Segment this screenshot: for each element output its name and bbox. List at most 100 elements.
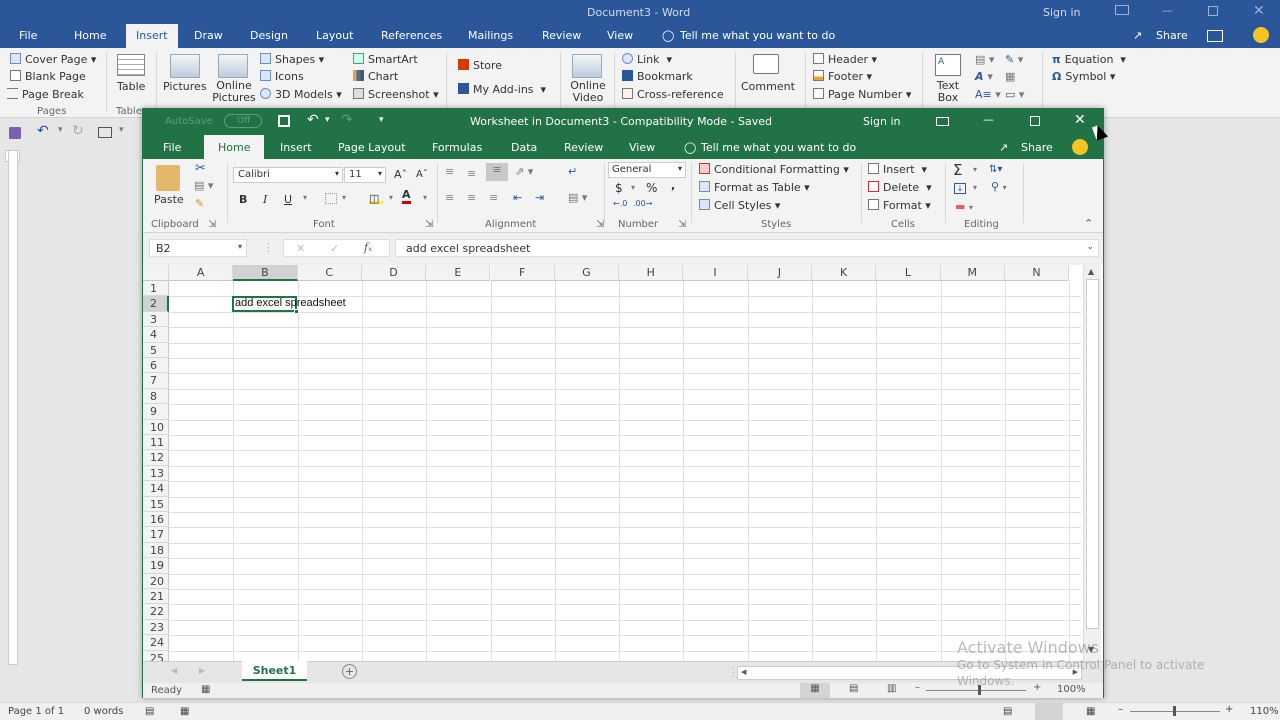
decrease-indent-icon[interactable]: ⇤ [513, 191, 522, 204]
orientation-icon[interactable]: ⇗ ▾ [515, 165, 533, 178]
feedback-smiley-icon[interactable] [1072, 139, 1088, 155]
row-header-24[interactable]: 24 [143, 635, 169, 651]
autosum-icon[interactable]: Σ [953, 161, 962, 179]
underline-button[interactable]: U [284, 193, 292, 206]
cancel-icon[interactable]: ✕ [296, 242, 305, 255]
word-tab-mailings[interactable]: Mailings [468, 29, 513, 42]
customize-qat-icon[interactable]: ▾ [379, 115, 384, 125]
proofing-icon[interactable]: ▤ [145, 706, 154, 717]
insert-cells-button[interactable]: Insert ▾ [868, 163, 927, 176]
qat-dropdown-icon[interactable]: ▾ [119, 125, 124, 135]
font-color-icon[interactable]: A [402, 189, 411, 204]
ribbon-display-icon[interactable] [936, 117, 949, 126]
equation-button[interactable]: π Equation ▾ [1052, 53, 1126, 66]
excel-tab-view[interactable]: View [629, 141, 655, 154]
column-header-f[interactable]: F [490, 265, 555, 281]
decrease-decimal-icon[interactable]: .00→ [633, 199, 652, 208]
word-count[interactable]: 0 words [84, 706, 123, 717]
copy-icon[interactable]: ▤ ▾ [194, 179, 213, 192]
word-tab-design[interactable]: Design [250, 29, 288, 42]
word-sign-in[interactable]: Sign in [1043, 6, 1081, 19]
word-tab-layout[interactable]: Layout [316, 29, 353, 42]
cell-styles-button[interactable]: Cell Styles ▾ [699, 199, 780, 212]
font-size-select[interactable]: 11 ▾ [344, 167, 386, 183]
date-time-button[interactable]: ▦ [1005, 70, 1015, 83]
link-button[interactable]: Link ▾ [622, 53, 672, 66]
row-header-3[interactable]: 3 [143, 311, 169, 328]
row-header-5[interactable]: 5 [143, 342, 169, 358]
icons-button[interactable]: Icons [260, 70, 304, 83]
maximize-icon[interactable] [1030, 116, 1040, 126]
scroll-up-icon[interactable]: ▲ [1088, 267, 1094, 276]
comma-button[interactable]: , [671, 179, 675, 192]
fill-dropdown-icon[interactable]: ▾ [389, 193, 393, 202]
column-header-k[interactable]: K [812, 265, 877, 281]
footer-button[interactable]: Footer ▾ [813, 70, 872, 83]
my-addins-button[interactable]: My Add-ins ▾ [458, 83, 546, 96]
delete-cells-button[interactable]: Delete ▾ [868, 181, 932, 194]
comment-button[interactable]: Comment [741, 80, 795, 93]
decrease-font-icon[interactable]: Aˇ [416, 169, 428, 180]
borders-icon[interactable] [325, 193, 337, 204]
excel-tab-review[interactable]: Review [564, 141, 603, 154]
3d-models-button[interactable]: 3D Models ▾ [260, 88, 342, 101]
row-header-4[interactable]: 4 [143, 327, 169, 343]
formula-input[interactable]: add excel spreadsheet ⌄ [395, 239, 1099, 257]
vertical-scrollbar[interactable]: ▲ ▼ [1083, 265, 1101, 661]
row-header-11[interactable]: 11 [143, 435, 169, 451]
vertical-scroll-thumb[interactable] [1086, 279, 1099, 629]
worksheet-grid[interactable]: ABCDEFGHIJKLMN 1 2 3 4 5 6 7 8 9 10 11 12 13 14 15 16 17… [143, 265, 1103, 661]
undo-icon[interactable]: ↶ [307, 112, 319, 128]
excel-zoom-out-button[interactable]: – [915, 682, 920, 693]
page-layout-view-icon[interactable]: ▤ [849, 683, 858, 694]
column-header-d[interactable]: D [361, 265, 427, 281]
row-header-18[interactable]: 18 [143, 542, 169, 559]
print-layout-icon[interactable] [1035, 703, 1063, 720]
column-header-m[interactable]: M [940, 265, 1005, 281]
row-header-21[interactable]: 21 [143, 589, 169, 605]
underline-dropdown-icon[interactable]: ▾ [303, 193, 307, 202]
row-header-20[interactable]: 20 [143, 573, 169, 589]
expand-formula-icon[interactable]: ⌄ [1086, 242, 1094, 252]
row-header-17[interactable]: 17 [143, 527, 169, 543]
minimize-icon[interactable]: — [1162, 4, 1173, 17]
page-break-button[interactable]: Page Break [7, 88, 84, 101]
fill-handle[interactable] [294, 309, 299, 314]
close-icon[interactable]: ✕ [1253, 3, 1265, 19]
clear-icon[interactable]: ▬ ▾ [955, 200, 973, 213]
redo-icon[interactable]: ↷ [341, 112, 353, 128]
restore-icon[interactable] [1208, 6, 1218, 16]
screenshot-button[interactable]: Screenshot ▾ [353, 88, 439, 101]
wrap-text-icon[interactable]: ↵ [568, 165, 577, 178]
column-header-a[interactable]: A [169, 265, 234, 281]
align-center-icon[interactable]: ≡ [467, 191, 476, 204]
new-sheet-icon[interactable]: + [342, 664, 357, 679]
row-header-10[interactable]: 10 [143, 419, 169, 435]
quick-parts-button[interactable]: ▤ ▾ [975, 53, 994, 66]
excel-tab-data[interactable]: Data [511, 141, 537, 154]
drop-cap-button[interactable]: A≡ ▾ [975, 88, 1001, 101]
macro-icon[interactable]: ▦ [180, 706, 189, 717]
zoom-slider-thumb[interactable] [1173, 706, 1176, 716]
undo-dropdown-icon[interactable]: ▾ [325, 115, 330, 125]
column-header-n[interactable]: N [1004, 265, 1070, 281]
row-header-23[interactable]: 23 [143, 619, 169, 636]
bookmark-button[interactable]: Bookmark [622, 70, 693, 83]
next-sheet-icon[interactable]: ▶ [199, 666, 205, 675]
insert-function-icon[interactable]: fₓ [364, 241, 372, 254]
save-icon[interactable] [278, 115, 290, 127]
excel-tab-home[interactable]: Home [204, 135, 265, 159]
top-align-icon[interactable]: ≡ [445, 165, 454, 178]
close-icon[interactable]: ✕ [1074, 112, 1086, 128]
zoom-out-button[interactable]: – [1118, 704, 1123, 715]
row-header-9[interactable]: 9 [143, 404, 169, 420]
smartart-button[interactable]: SmartArt [353, 53, 418, 66]
normal-view-icon[interactable]: ▦ [800, 683, 830, 698]
excel-tab-insert[interactable]: Insert [280, 141, 312, 154]
fill-dropdown-icon[interactable]: ▾ [973, 183, 977, 192]
conditional-formatting-button[interactable]: Conditional Formatting ▾ [699, 163, 849, 176]
format-cells-button[interactable]: Format ▾ [868, 199, 931, 212]
header-button[interactable]: Header ▾ [813, 53, 877, 66]
word-tab-review[interactable]: Review [542, 29, 581, 42]
row-header-15[interactable]: 15 [143, 496, 169, 512]
